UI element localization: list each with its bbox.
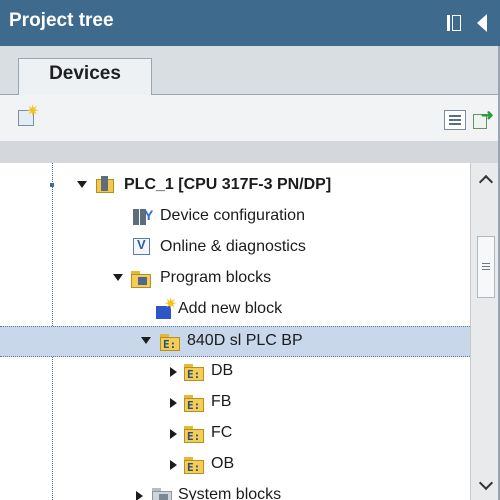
tree-item-label: DB <box>211 362 234 379</box>
tree-item-label: Online & diagnostics <box>160 238 306 255</box>
expand-arrow-icon[interactable] <box>136 491 143 500</box>
tree-item-fb[interactable]: E: FB <box>0 388 470 419</box>
program-folder-icon <box>131 269 151 288</box>
device-configuration-icon: Y <box>133 207 153 225</box>
add-new-block-icon: ✷ <box>156 296 177 319</box>
tree-item-label: FB <box>211 393 232 410</box>
block-folder-icon: E: <box>160 332 180 351</box>
tree-item-label: FC <box>211 424 233 441</box>
export-icon[interactable]: ➜ <box>473 107 494 130</box>
tree-item-label: System blocks <box>178 486 282 500</box>
tree-item-label: OB <box>211 455 235 472</box>
collapse-arrow-icon[interactable] <box>477 14 487 32</box>
tree-item-db[interactable]: E: DB <box>0 357 470 388</box>
tree-item-add-new-block[interactable]: ✷ Add new block <box>0 295 470 326</box>
tree-item-label: Add new block <box>178 300 283 317</box>
tree-item-840d-sl-plc-bp[interactable]: E: 840D sl PLC BP <box>0 326 470 357</box>
block-folder-icon: E: <box>184 424 204 443</box>
plc-icon <box>96 176 116 194</box>
expand-arrow-icon[interactable] <box>170 429 177 439</box>
tree-item-plc[interactable]: PLC_1 [CPU 317F-3 PN/DP] <box>0 171 470 202</box>
tree-item-label: PLC_1 [CPU 317F-3 PN/DP] <box>124 176 332 193</box>
panel-title: Project tree <box>9 10 114 31</box>
tree-item-label: Program blocks <box>160 269 272 286</box>
tree-item-device-configuration[interactable]: Y Device configuration <box>0 202 470 233</box>
tree-item-label: Device configuration <box>160 207 305 224</box>
add-new-device-icon[interactable]: ✷ <box>18 103 39 126</box>
tab-devices-label: Devices <box>49 63 121 84</box>
scroll-up-icon[interactable] <box>475 171 497 191</box>
expand-arrow-icon[interactable] <box>170 398 177 408</box>
tree-toolbar: ✷ <box>0 95 500 141</box>
expand-arrow-icon[interactable] <box>113 274 123 281</box>
tree-item-system-blocks[interactable]: System blocks <box>0 481 470 500</box>
tree-item-label: 840D sl PLC BP <box>187 332 303 349</box>
block-folder-icon: E: <box>184 393 204 412</box>
expand-arrow-icon[interactable] <box>77 181 87 188</box>
vertical-scrollbar[interactable] <box>470 163 500 500</box>
expand-arrow-icon[interactable] <box>170 460 177 470</box>
tree-item-fc[interactable]: E: FC <box>0 419 470 450</box>
scrollbar-thumb[interactable] <box>477 236 495 298</box>
project-tree: PLC_1 [CPU 317F-3 PN/DP] Y Device config… <box>0 163 470 500</box>
overview-icon[interactable] <box>444 110 466 130</box>
block-folder-icon: E: <box>184 455 204 474</box>
tab-strip: Devices <box>0 46 500 95</box>
system-blocks-folder-icon <box>152 486 172 500</box>
tree-item-ob[interactable]: E: OB <box>0 450 470 481</box>
panel-title-bar: Project tree <box>0 0 500 46</box>
tab-devices[interactable]: Devices <box>18 58 152 95</box>
tree-item-online-diagnostics[interactable]: V Online & diagnostics <box>0 233 470 264</box>
pin-icon[interactable] <box>447 15 461 31</box>
online-diagnostics-icon: V <box>133 237 150 255</box>
expand-arrow-icon[interactable] <box>141 337 151 344</box>
scroll-down-icon[interactable] <box>475 475 497 496</box>
block-folder-icon: E: <box>184 362 204 381</box>
header-band <box>0 141 500 163</box>
expand-arrow-icon[interactable] <box>170 367 177 377</box>
tree-item-program-blocks[interactable]: Program blocks <box>0 264 470 295</box>
